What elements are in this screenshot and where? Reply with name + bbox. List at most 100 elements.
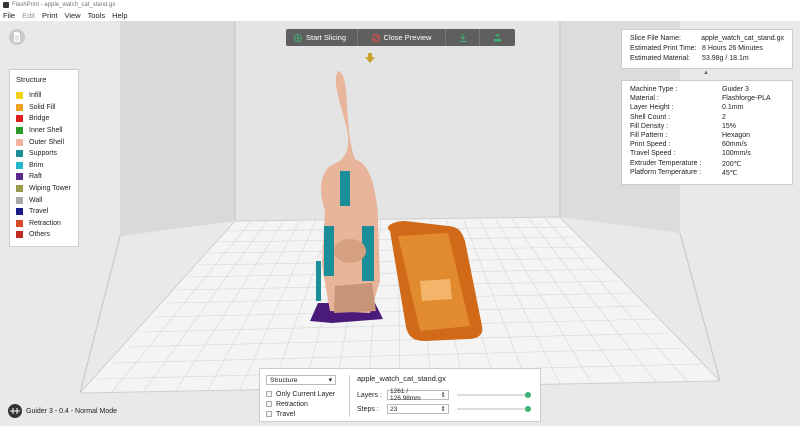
document-icon (14, 32, 20, 42)
checkbox-label: Retraction (276, 400, 308, 408)
param-key: Platform Temperature : (630, 168, 702, 176)
info-key: Estimated Material: (630, 55, 690, 62)
left-wall (120, 21, 235, 236)
param-row: Platform Temperature : 45℃ (630, 169, 784, 178)
legend-swatch (16, 115, 23, 123)
layers-slider[interactable] (457, 392, 531, 398)
param-key: Print Speed : (630, 141, 671, 149)
param-key: Machine Type : (630, 86, 678, 93)
param-key: Layer Height : (630, 104, 674, 112)
menu-tools[interactable]: Tools (88, 11, 106, 20)
checkbox-box (266, 391, 272, 397)
start-slicing-button[interactable]: Start Slicing (286, 29, 358, 46)
only-current-layer-checkbox[interactable]: Only Current Layer (266, 389, 346, 399)
layers-spinbox[interactable]: 1261 / 126.98mm ⇕ (387, 388, 449, 402)
menu-print[interactable]: Print (42, 11, 57, 20)
legend-swatch (16, 185, 23, 193)
info-row: Slice File Name: apple_watch_cat_stand.gx (630, 35, 784, 45)
preview-file-name: apple_watch_cat_stand.gx (357, 374, 446, 383)
close-preview-label: Close Preview (383, 33, 432, 42)
legend-item: Travel (16, 206, 72, 218)
param-value: Hexagon (722, 131, 751, 139)
param-key: Material : (630, 95, 659, 103)
app-icon (3, 2, 9, 8)
travel-checkbox[interactable]: Travel (266, 409, 346, 419)
legend-item: Bridge (16, 113, 72, 125)
printer-icon (8, 404, 22, 418)
slider-handle[interactable] (525, 392, 531, 398)
export-button[interactable] (446, 29, 480, 46)
legend-label: Retraction (29, 219, 61, 227)
info-value: 53.98g / 18.1m (702, 55, 749, 62)
collapse-caret-icon[interactable]: ▲ (703, 70, 709, 76)
steps-row: Steps : 23 ⇕ (357, 402, 537, 416)
layer-controls: apple_watch_cat_stand.gx Layers : 1261 /… (357, 374, 537, 416)
machine-status-label: Guider 3 - 0.4 - Normal Mode (26, 407, 118, 415)
info-value: 8 Hours 26 Minutes (702, 45, 763, 52)
spin-arrows-icon[interactable]: ⇕ (441, 391, 446, 399)
menu-file[interactable]: File (3, 11, 15, 20)
param-key: Extruder Temperature : (630, 159, 702, 167)
spin-arrows-icon[interactable]: ⇕ (441, 405, 446, 413)
legend-label: Bridge (29, 115, 50, 123)
menu-help[interactable]: Help (112, 11, 127, 20)
display-mode-select[interactable]: Structure ▾ (266, 375, 336, 385)
menu-edit[interactable]: Edit (22, 11, 35, 20)
machine-status[interactable]: Guider 3 - 0.4 - Normal Mode (8, 404, 117, 418)
layers-value: 1261 / 126.98mm (390, 388, 421, 402)
display-mode-value: Structure (270, 376, 298, 384)
info-row: Estimated Print Time: 8 Hours 26 Minutes (630, 45, 784, 55)
legend-swatch (16, 127, 23, 135)
legend-label: Raft (29, 173, 42, 181)
panel-divider (349, 375, 350, 417)
retraction-checkbox[interactable]: Retraction (266, 399, 346, 409)
info-value: apple_watch_cat_stand.gx (701, 35, 784, 42)
info-key: Slice File Name: (630, 35, 681, 42)
info-key: Estimated Print Time: (630, 45, 697, 52)
preview-options: Structure ▾ Only Current Layer Retractio… (266, 375, 346, 419)
structure-legend: Structure Infill Solid Fill Bridge Inner… (9, 69, 79, 247)
legend-label: Wall (29, 196, 43, 204)
param-key: Travel Speed : (630, 150, 676, 158)
legend-swatch (16, 103, 23, 111)
start-slicing-label: Start Slicing (306, 33, 347, 42)
legend-label: Infill (29, 92, 42, 100)
legend-item: Infill (16, 90, 72, 102)
legend-label: Inner Shell (29, 127, 63, 135)
param-row: Fill Density : 15% (630, 123, 784, 132)
param-value: 60mm/s (722, 141, 747, 149)
checkbox-box (266, 411, 272, 417)
slider-handle[interactable] (525, 406, 531, 412)
legend-swatch (16, 208, 23, 216)
legend-item: Outer Shell (16, 136, 72, 148)
print-button[interactable] (480, 29, 515, 46)
print-params-panel: Machine Type : Guider 3 Material : Flashfo… (621, 80, 793, 185)
param-value: 200℃ (722, 160, 742, 168)
document-button[interactable] (9, 29, 25, 45)
legend-swatch (16, 196, 23, 204)
param-key: Fill Density : (630, 122, 669, 130)
layers-label: Layers : (357, 391, 382, 399)
menu-view[interactable]: View (64, 11, 80, 20)
param-row: Travel Speed : 100mm/s (630, 150, 784, 159)
checkbox-box (266, 401, 272, 407)
param-row: Fill Pattern : Hexagon (630, 132, 784, 141)
legend-swatch (16, 161, 23, 169)
legend-swatch (16, 173, 23, 181)
legend-item: Retraction (16, 218, 72, 230)
legend-item: Others (16, 229, 72, 241)
param-value: Guider 3 (722, 86, 749, 93)
legend-label: Others (29, 231, 51, 239)
window-title: FlashPrint - apple_watch_cat_stand.gx (12, 2, 116, 8)
play-icon (294, 33, 302, 42)
legend-label: Wiping Tower (29, 185, 71, 193)
back-wall (235, 21, 560, 221)
param-value: 2 (722, 113, 726, 121)
legend-item: Wall (16, 194, 72, 206)
legend-swatch (16, 150, 23, 158)
steps-spinbox[interactable]: 23 ⇕ (387, 404, 449, 414)
layers-row: Layers : 1261 / 126.98mm ⇕ (357, 388, 537, 402)
close-preview-button[interactable]: Close Preview (358, 29, 446, 46)
steps-label: Steps : (357, 405, 379, 413)
steps-slider[interactable] (457, 406, 531, 412)
